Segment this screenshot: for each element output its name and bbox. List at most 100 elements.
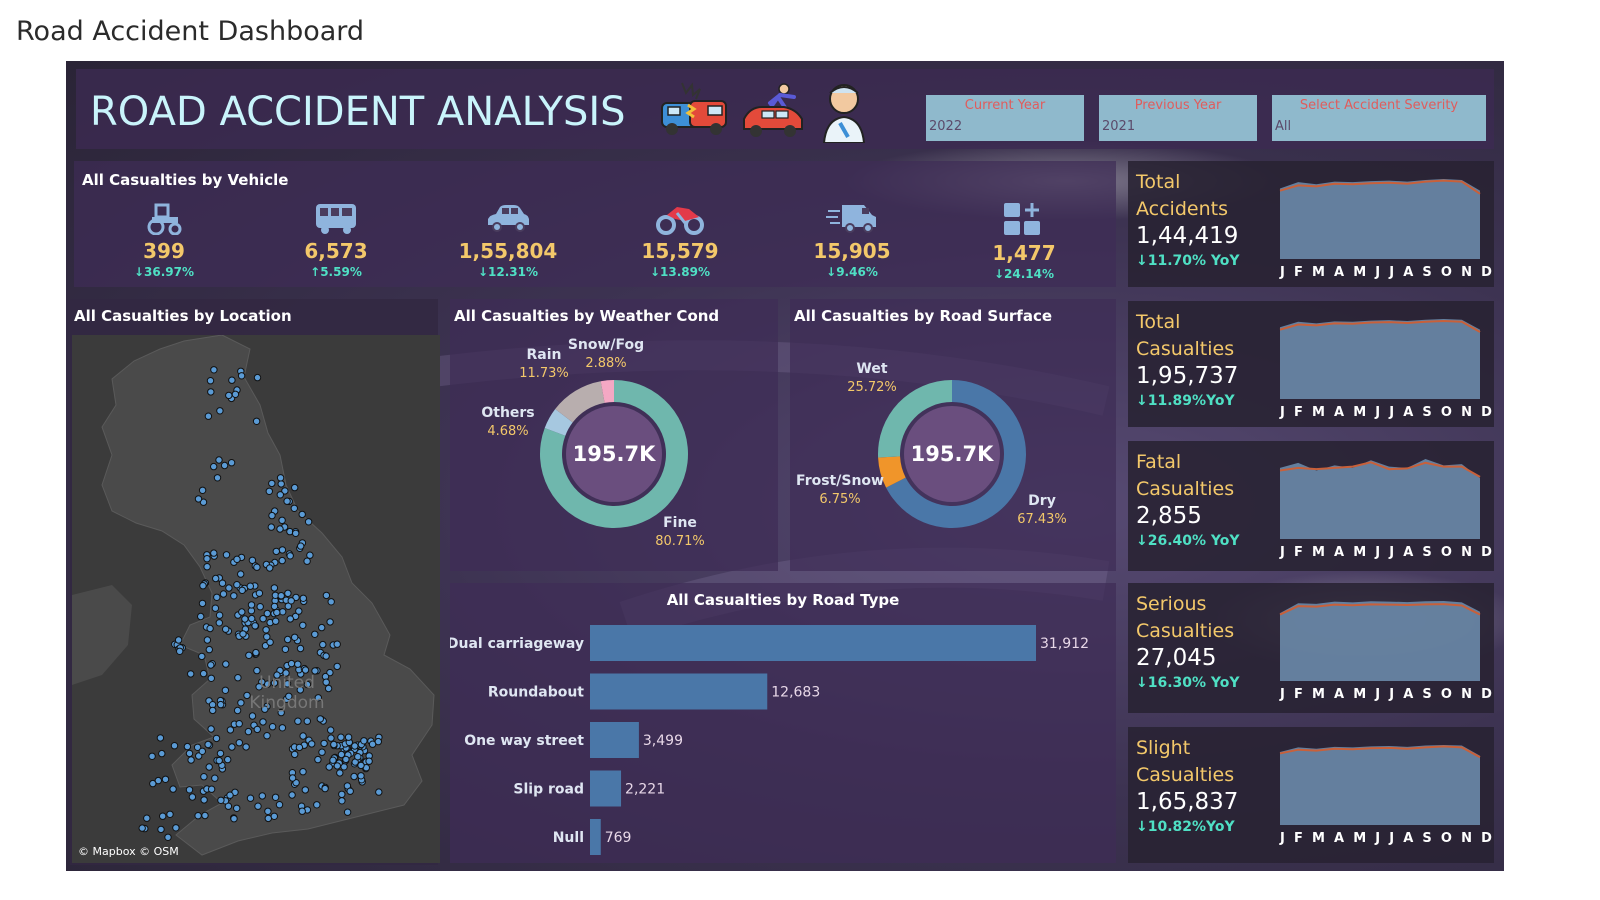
filter-current-year[interactable]: Current Year 2022 [926,95,1084,141]
map-accident-dot [198,486,207,495]
kpi-total-casualties: Total Casualties 1,95,737 ↓11.89%YoY JFM… [1128,301,1494,427]
filter-previous-year-value[interactable]: 2021 [1102,119,1135,134]
kpi-change: ↓11.89%YoY [1136,393,1235,409]
map-accident-dot [338,790,346,798]
map-accident-dot [210,366,218,374]
month-label: O [1440,831,1452,846]
uk-map[interactable]: United Kingdom © Mapbox © OSM [72,334,440,863]
map-accident-dot [148,752,156,760]
month-label: J [1280,265,1285,280]
map-accident-dot [164,833,172,841]
filter-accident-severity[interactable]: Select Accident Severity All [1272,95,1486,141]
map-accident-dot [322,591,331,600]
bar-one-way-street[interactable] [590,722,639,758]
map-accident-dot [197,612,205,621]
map-accident-dot [235,720,243,728]
map-accident-dot [231,390,240,398]
vehicle-change-car: ↓12.31% [477,265,539,279]
map-accident-dot [170,742,179,750]
map-accident-dot [259,718,267,726]
map-accident-dot [272,547,281,556]
map-accident-dot [278,516,286,525]
map-accident-dot [226,726,235,734]
map-accident-dot [351,742,359,750]
map-accident-dot [327,598,335,606]
map-accident-dot [311,630,319,638]
bar-category-label: Dual carriageway [450,636,584,652]
bar-value-label: 2,221 [625,782,665,798]
month-axis: JFMAMJJASOND [1280,265,1492,280]
month-label: A [1334,545,1345,560]
map-accident-dot [344,733,353,741]
map-accident-dot [304,518,313,526]
month-label: F [1293,405,1303,420]
map-accident-dot [251,622,259,630]
map-accident-dot [333,662,341,671]
map-accident-dot [263,609,272,618]
map-accident-dot [268,479,276,488]
map-accident-dot [297,542,305,550]
bar-dual-carriageway[interactable] [590,625,1036,661]
kpi-fatal-casualties: Fatal Casualties 2,855 ↓26.40% YoY JFMAM… [1128,441,1494,571]
month-label: M [1353,265,1367,280]
map-accident-dot [287,659,296,668]
month-label: S [1422,405,1432,420]
map-accident-dot [230,815,238,823]
filter-accident-severity-value[interactable]: All [1275,119,1291,134]
map-accident-dot [270,812,279,820]
month-label: F [1293,545,1303,560]
map-accident-dot [322,652,330,660]
map-accident-dot [276,474,285,482]
map-country-label: United Kingdom [249,673,325,713]
map-accident-dot [314,755,322,764]
map-accident-dot [245,651,253,659]
bar-null[interactable] [590,819,601,855]
kpi-change: ↓16.30% YoY [1136,675,1240,691]
map-accident-dot [187,670,195,678]
map-accident-dot [210,462,218,471]
vehicle-value-tractor: 399 [143,239,185,263]
map-accident-dot [283,497,291,505]
map-accident-dot [143,814,151,822]
road-type-bar-chart: Dual carriageway 31,912 Roundabout 12,683 On… [450,625,1089,855]
map-accident-dot [201,811,209,820]
month-label: N [1461,545,1472,560]
map-accident-dot [354,753,362,761]
map-attribution: © Mapbox © OSM [78,845,179,858]
map-accident-dot [211,604,220,612]
donut-slice-value: 11.73% [519,366,569,381]
map-accident-dot [172,824,180,832]
map-accident-dot [239,630,247,638]
filter-current-year-label: Current Year [964,98,1046,113]
map-accident-dot [273,608,281,617]
sparkline-area-current [1280,459,1480,539]
donut-slice-label: Fine [663,515,697,531]
month-label: M [1353,545,1367,560]
map-accident-dot [233,804,241,812]
map-accident-dot [248,712,257,720]
map-accident-dot [242,743,250,751]
donut-slice-value: 6.75% [819,492,860,507]
month-label: J [1375,545,1381,560]
map-accident-dot [270,602,279,611]
bar-roundabout[interactable] [590,673,768,710]
bar-slip-road[interactable] [590,770,622,807]
donut-slice-label: Frost/Snow [796,473,884,489]
map-accident-dot [188,793,197,801]
filter-previous-year[interactable]: Previous Year 2021 [1099,95,1257,141]
kpi-title: Total Casualties [1136,311,1235,360]
month-label: J [1280,405,1285,420]
map-accident-dot [221,686,230,694]
page-title: Road Accident Dashboard [16,16,365,47]
map-accident-dot [268,723,277,731]
map-accident-dot [185,786,194,794]
month-label: J [1389,405,1395,420]
map-accident-dot [222,551,231,559]
map-accident-dot [296,644,305,653]
dashboard-title: ROAD ACCIDENT ANALYSIS [90,89,626,135]
map-accident-dot [207,725,215,733]
sparkline-area-current [1280,745,1480,825]
map-accident-dot [288,791,296,799]
injured-person-icon [822,84,866,143]
filter-current-year-value[interactable]: 2022 [929,119,962,134]
